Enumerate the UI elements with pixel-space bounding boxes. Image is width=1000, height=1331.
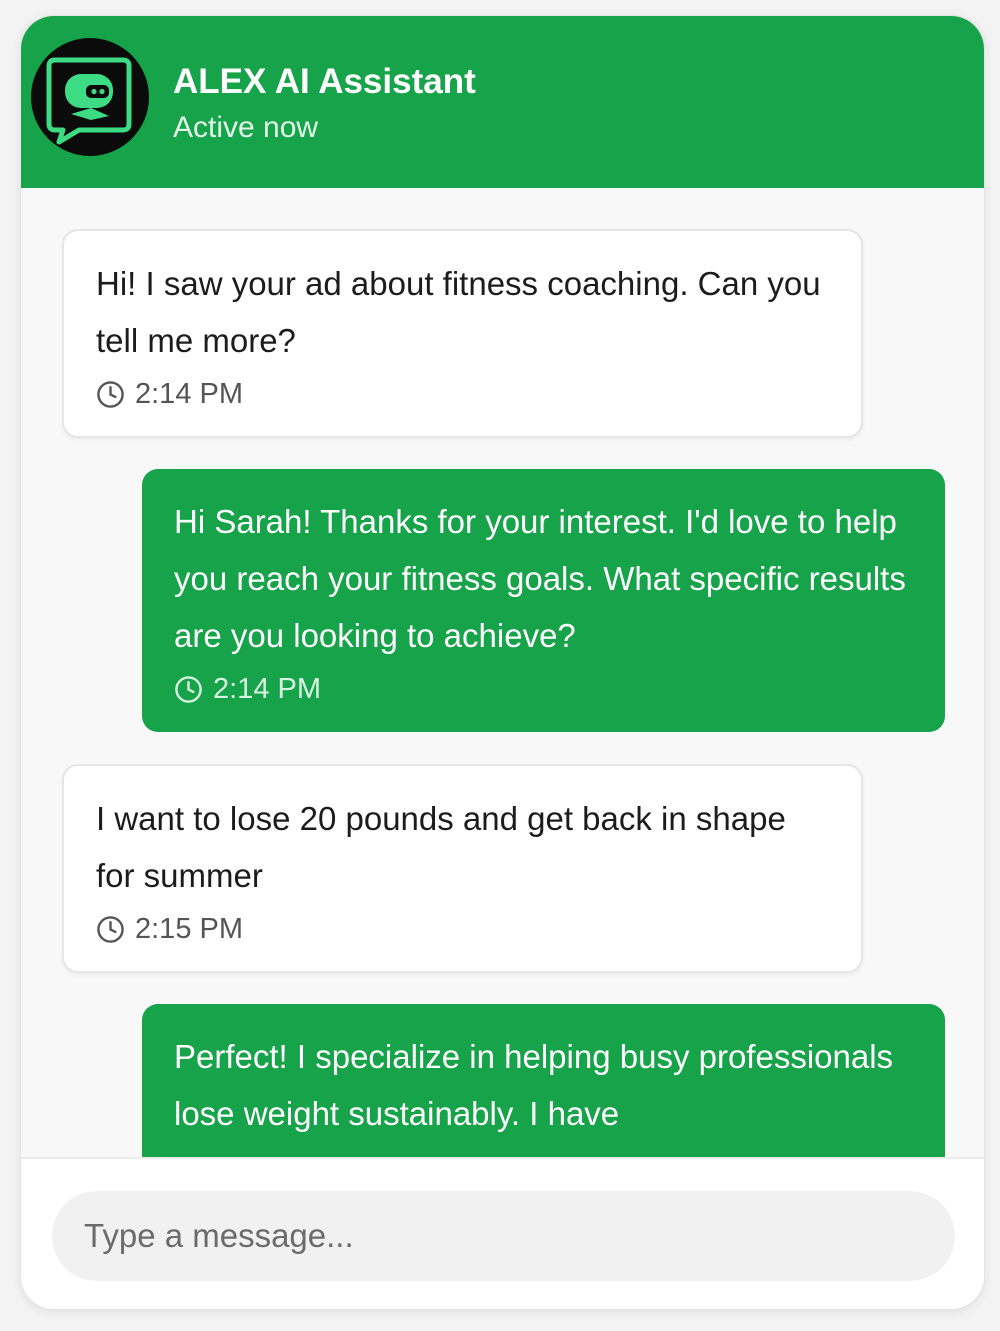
timestamp-label: 2:14 PM — [135, 378, 243, 410]
message-bubble-outgoing: Hi Sarah! Thanks for your interest. I'd … — [142, 469, 945, 732]
clock-icon — [96, 915, 125, 944]
timestamp-label: 2:14 PM — [213, 673, 321, 705]
message-timestamp: 2:15 PM — [96, 912, 829, 946]
clock-icon — [96, 380, 125, 409]
robot-chat-icon — [31, 38, 149, 156]
message-bubble-incoming: I want to lose 20 pounds and get back in… — [62, 764, 863, 973]
message-text: Hi! I saw your ad about fitness coaching… — [96, 265, 821, 359]
message-composer — [21, 1157, 984, 1309]
chat-window: ALEX AI Assistant Active now Hi! I saw y… — [20, 15, 985, 1310]
status-text: Active now — [173, 111, 319, 144]
message-bubble-outgoing: Perfect! I specialize in helping busy pr… — [142, 1004, 945, 1157]
timestamp-label: 2:15 PM — [135, 913, 243, 945]
message-timestamp: 2:14 PM — [174, 672, 913, 706]
message-timestamp: 2:14 PM — [96, 377, 829, 411]
assistant-name: ALEX AI Assistant — [173, 62, 476, 101]
message-text: Hi Sarah! Thanks for your interest. I'd … — [174, 503, 906, 654]
message-text: I want to lose 20 pounds and get back in… — [96, 800, 786, 894]
message-text: Perfect! I specialize in helping busy pr… — [174, 1038, 894, 1132]
message-bubble-incoming: Hi! I saw your ad about fitness coaching… — [62, 229, 863, 438]
message-list[interactable]: Hi! I saw your ad about fitness coaching… — [21, 188, 984, 1157]
message-input[interactable] — [52, 1191, 955, 1281]
chat-header: ALEX AI Assistant Active now — [21, 16, 984, 188]
clock-icon — [174, 675, 203, 704]
